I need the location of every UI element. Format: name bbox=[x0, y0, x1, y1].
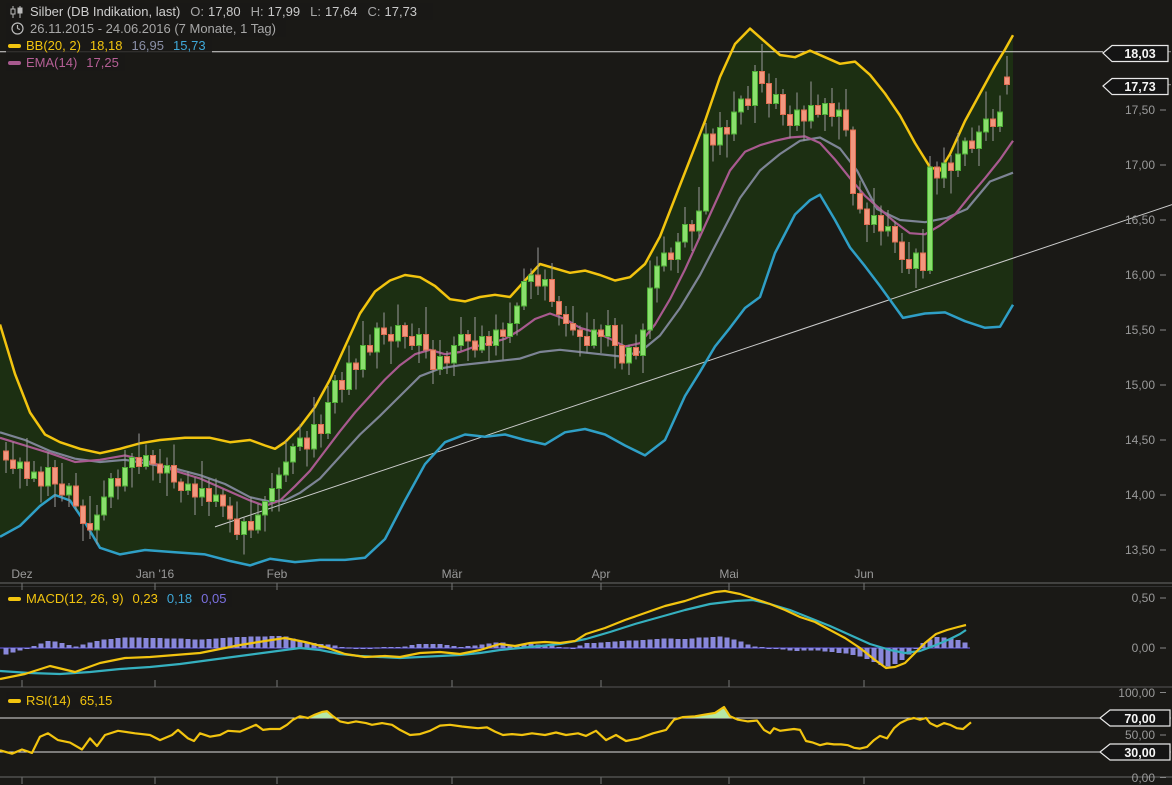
rsi-oversold-tag-label: 30,00 bbox=[1124, 746, 1155, 760]
month-label: Feb bbox=[267, 567, 288, 581]
macd-value: 0,23 bbox=[133, 591, 158, 606]
high-label: H: bbox=[251, 4, 264, 19]
ema-value: 17,25 bbox=[86, 55, 119, 70]
low-value: 17,64 bbox=[325, 4, 358, 19]
chart-legend: Silber (DB Indikation, last) O: 17,80 H:… bbox=[6, 3, 433, 71]
low-label: L: bbox=[310, 4, 321, 19]
price-tick-label: 13,50 bbox=[1095, 543, 1155, 557]
high-value: 17,99 bbox=[268, 4, 301, 19]
date-range-row[interactable]: 26.11.2015 - 24.06.2016 (7 Monate, 1 Tag… bbox=[6, 20, 286, 37]
ema-series-icon bbox=[8, 61, 21, 65]
ema-indicator-row[interactable]: EMA(14) 17,25 bbox=[6, 54, 125, 71]
price-tick-label: 17,50 bbox=[1095, 103, 1155, 117]
open-label: O: bbox=[190, 4, 204, 19]
macd-series-icon bbox=[8, 597, 21, 601]
month-label: Mai bbox=[719, 567, 738, 581]
instrument-row[interactable]: Silber (DB Indikation, last) O: 17,80 H:… bbox=[6, 3, 433, 20]
month-label: Dez bbox=[11, 567, 32, 581]
bb-lower-value: 15,73 bbox=[173, 38, 206, 53]
macd-signal-value: 0,18 bbox=[167, 591, 192, 606]
date-range: 26.11.2015 - 24.06.2016 (7 Monate, 1 Tag… bbox=[30, 21, 276, 36]
month-label: Jan '16 bbox=[136, 567, 174, 581]
trading-chart-window: 18,03 17,73 70,00 30,00 Silber (DB Ind bbox=[0, 0, 1172, 785]
open-value: 17,80 bbox=[208, 4, 241, 19]
close-label: C: bbox=[368, 4, 381, 19]
price-tick-label: 15,50 bbox=[1095, 323, 1155, 337]
close-value: 17,73 bbox=[385, 4, 418, 19]
rsi-tick-label: 50,00 bbox=[1095, 728, 1155, 742]
macd-indicator-row[interactable]: MACD(12, 26, 9) 0,23 0,18 0,05 bbox=[6, 590, 232, 607]
candlestick-icon bbox=[8, 6, 26, 18]
clock-icon bbox=[8, 22, 26, 35]
bb-series-icon bbox=[8, 44, 21, 48]
macd-tick-label: 0,00 bbox=[1095, 641, 1155, 655]
macd-label: MACD(12, 26, 9) bbox=[26, 591, 124, 606]
bb-indicator-row[interactable]: BB(20, 2) 18,18 16,95 15,73 bbox=[6, 37, 212, 54]
price-tick-label: 15,00 bbox=[1095, 378, 1155, 392]
bb-middle-value: 16,95 bbox=[131, 38, 164, 53]
rsi-indicator-row[interactable]: RSI(14) 65,15 bbox=[6, 692, 118, 709]
month-label: Mär bbox=[442, 567, 463, 581]
bb-upper-value: 18,18 bbox=[90, 38, 123, 53]
price-tick-label: 16,50 bbox=[1095, 213, 1155, 227]
price-tick-label: 17,00 bbox=[1095, 158, 1155, 172]
last-price-tag-label: 17,73 bbox=[1124, 80, 1155, 94]
instrument-title: Silber (DB Indikation, last) bbox=[30, 4, 180, 19]
bb-label: BB(20, 2) bbox=[26, 38, 81, 53]
price-tick-label: 14,50 bbox=[1095, 433, 1155, 447]
price-tick-label: 14,00 bbox=[1095, 488, 1155, 502]
ema-label: EMA(14) bbox=[26, 55, 77, 70]
month-label: Apr bbox=[592, 567, 611, 581]
rsi-tick-label: 100,00 bbox=[1095, 686, 1155, 700]
rsi-overbought-tag-label: 70,00 bbox=[1124, 712, 1155, 726]
macd-tick-label: 0,50 bbox=[1095, 591, 1155, 605]
chart-canvas[interactable]: 18,03 17,73 70,00 30,00 bbox=[0, 0, 1172, 785]
macd-hist-value: 0,05 bbox=[201, 591, 226, 606]
rsi-series-icon bbox=[8, 699, 21, 703]
rsi-value: 65,15 bbox=[80, 693, 113, 708]
rsi-tick-label: 0,00 bbox=[1095, 771, 1155, 785]
high-price-tag-label: 18,03 bbox=[1124, 47, 1155, 61]
month-label: Jun bbox=[854, 567, 873, 581]
price-tick-label: 16,00 bbox=[1095, 268, 1155, 282]
rsi-label: RSI(14) bbox=[26, 693, 71, 708]
